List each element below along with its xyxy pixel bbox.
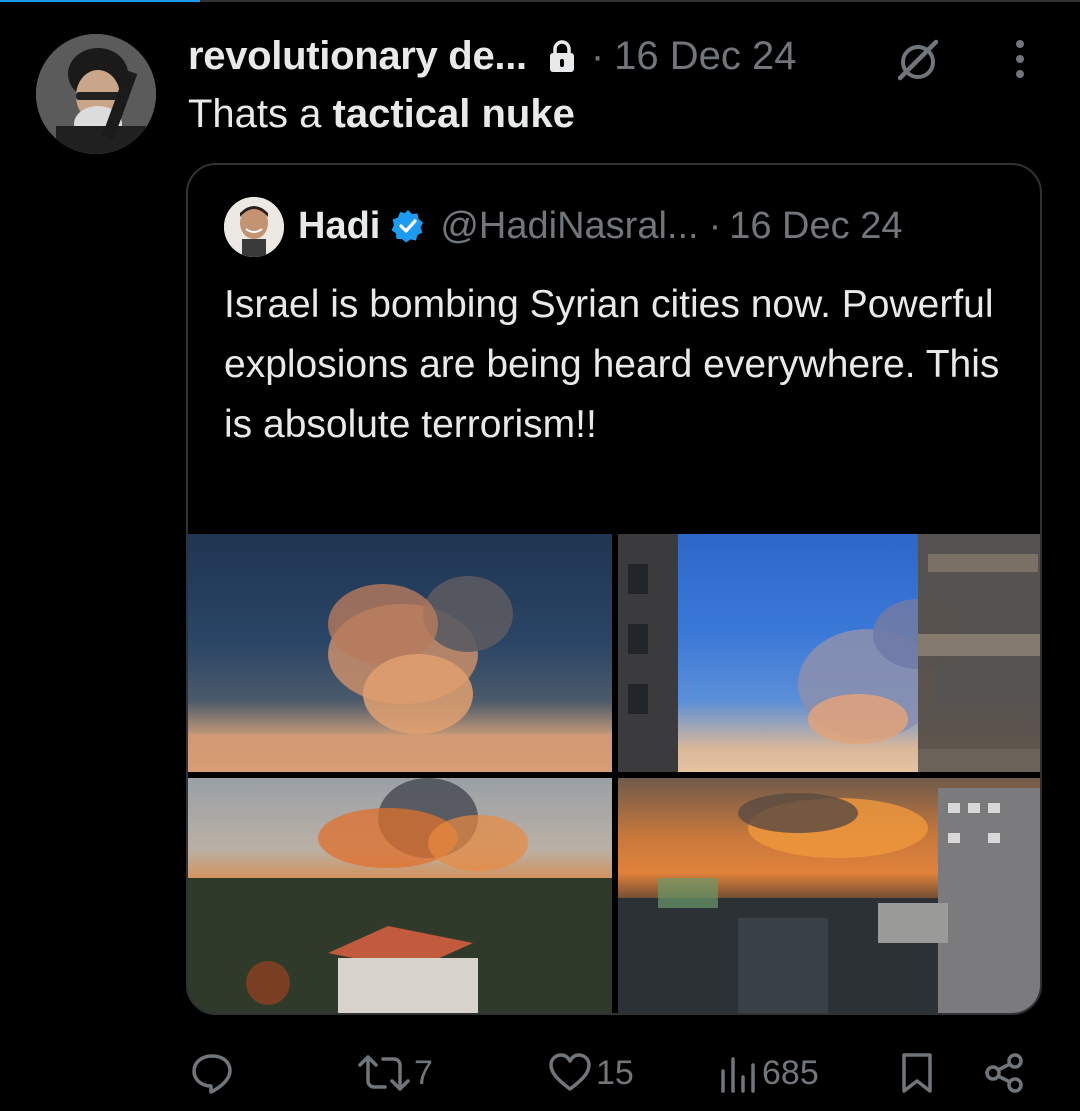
quoted-author-name[interactable]: Hadi (298, 205, 380, 248)
action-bar: 7 15 685 (0, 1048, 1080, 1098)
reply-button[interactable] (190, 1048, 234, 1098)
explosion-photo-1[interactable] (188, 534, 612, 772)
like-button[interactable]: 15 (548, 1048, 634, 1098)
repost-count: 7 (414, 1053, 433, 1092)
grok-icon[interactable] (894, 38, 944, 82)
quoted-post-text: Israel is bombing Syrian cities now. Pow… (224, 283, 1000, 446)
author-display-name[interactable]: revolutionary de... (188, 34, 527, 79)
repost-icon (358, 1051, 410, 1095)
explosion-photo-3[interactable] (188, 778, 612, 1013)
explosion-photo-2[interactable] (618, 534, 1040, 772)
like-count: 15 (596, 1053, 634, 1092)
views-button[interactable]: 685 (718, 1048, 819, 1098)
quoted-post[interactable]: Hadi @HadiNasral... · 16 Dec 24 Israel i… (186, 163, 1042, 1015)
author-avatar[interactable] (36, 34, 156, 154)
repost-button[interactable]: 7 (358, 1048, 433, 1098)
like-icon (548, 1051, 592, 1095)
post-timestamp[interactable]: 16 Dec 24 (614, 34, 796, 79)
post-text-plain: Thats a (188, 92, 333, 136)
share-button[interactable] (982, 1048, 1026, 1098)
header-separator: · (590, 33, 605, 78)
quoted-author-avatar[interactable] (224, 197, 284, 257)
verified-icon (390, 208, 426, 244)
quoted-timestamp[interactable]: 16 Dec 24 (729, 205, 902, 248)
explosion-photo-4[interactable] (618, 778, 1040, 1013)
bookmark-icon (898, 1051, 936, 1095)
media-grid (188, 534, 1040, 1013)
bookmark-button[interactable] (898, 1048, 936, 1098)
more-icon[interactable] (1008, 38, 1032, 80)
views-icon (718, 1051, 758, 1095)
lock-icon (547, 39, 577, 73)
post-header: revolutionary de... · 16 Dec 24 (188, 30, 797, 82)
quoted-author-handle[interactable]: @HadiNasral... (440, 205, 698, 248)
share-icon (982, 1051, 1026, 1095)
views-count: 685 (762, 1053, 819, 1092)
quoted-separator: · (708, 204, 722, 247)
reply-icon (190, 1051, 234, 1095)
top-accent-line (0, 0, 200, 2)
top-divider (0, 0, 1080, 2)
post-text: Thats a tactical nuke (188, 92, 575, 137)
post-text-bold: tactical nuke (332, 92, 575, 136)
quoted-post-header: Hadi @HadiNasral... · 16 Dec 24 (298, 201, 902, 251)
